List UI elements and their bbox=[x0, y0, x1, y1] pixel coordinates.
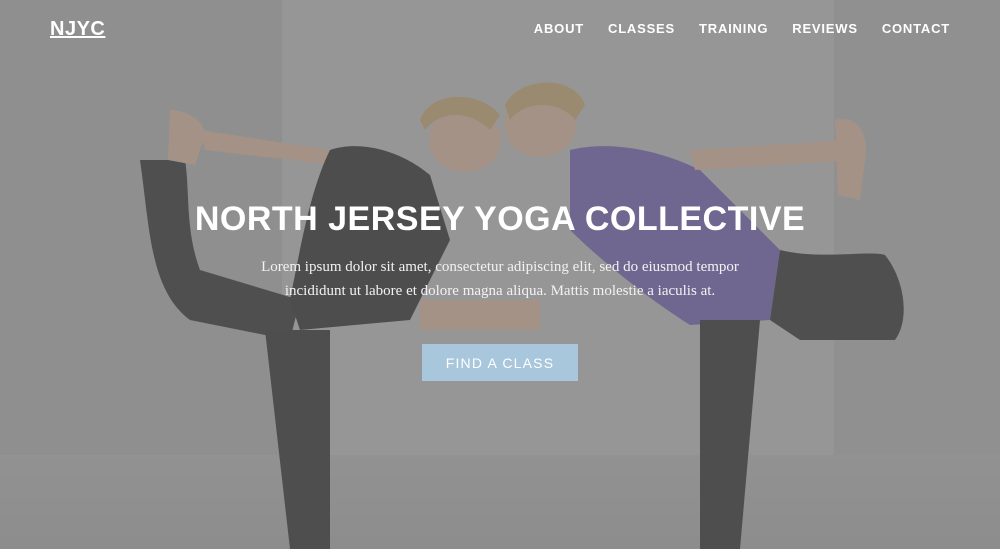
nav-link-classes[interactable]: CLASSES bbox=[608, 21, 675, 36]
hero-subtitle: Lorem ipsum dolor sit amet, consectetur … bbox=[261, 259, 739, 299]
nav-item-about: ABOUT bbox=[534, 20, 584, 38]
nav-item-reviews: REVIEWS bbox=[792, 20, 858, 38]
nav-link-reviews[interactable]: REVIEWS bbox=[792, 21, 858, 36]
nav-menu: ABOUT CLASSES TRAINING REVIEWS CONTACT bbox=[534, 20, 950, 38]
nav-link-contact[interactable]: CONTACT bbox=[882, 21, 950, 36]
nav-item-classes: CLASSES bbox=[608, 20, 675, 38]
hero-title: NORTH JERSEY YOGA COLLECTIVE bbox=[194, 200, 806, 238]
nav-item-training: TRAINING bbox=[699, 20, 768, 38]
hero-content: NORTH JERSEY YOGA COLLECTIVE Lorem ipsum… bbox=[0, 0, 1000, 549]
hero-section: NJYC ABOUT CLASSES TRAINING REVIEWS CONT… bbox=[0, 0, 1000, 549]
brand-logo[interactable]: NJYC bbox=[50, 18, 105, 41]
nav-link-training[interactable]: TRAINING bbox=[699, 21, 768, 36]
nav-item-contact: CONTACT bbox=[882, 20, 950, 38]
top-navigation: NJYC ABOUT CLASSES TRAINING REVIEWS CONT… bbox=[0, 0, 1000, 58]
find-a-class-button[interactable]: FIND A CLASS bbox=[422, 344, 578, 381]
nav-link-about[interactable]: ABOUT bbox=[534, 21, 584, 36]
